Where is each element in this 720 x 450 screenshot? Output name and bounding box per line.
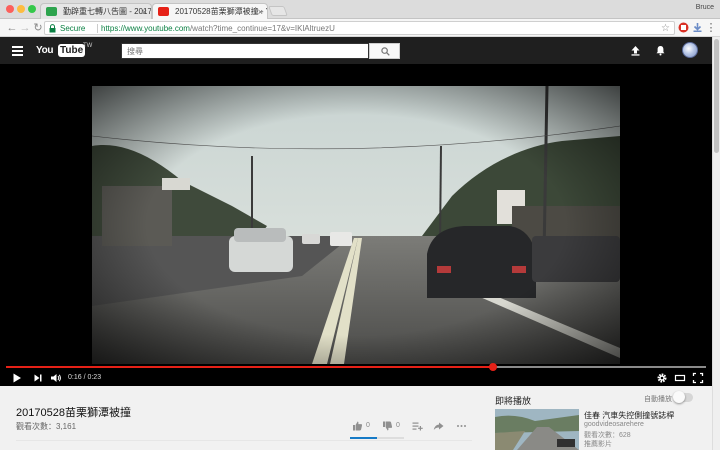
share-icon[interactable]: [433, 420, 444, 432]
up-next-label: 即將播放: [495, 396, 532, 406]
video-player[interactable]: 0:16 / 0:23: [0, 64, 712, 386]
search-box: [121, 43, 369, 59]
bookmark-star-icon[interactable]: ☆: [661, 22, 670, 35]
window-minimize-button[interactable]: [17, 5, 25, 13]
hamburger-menu-icon[interactable]: [12, 46, 23, 56]
dislike-count: 0: [396, 422, 400, 429]
youtube-header: You Tube TW: [0, 37, 712, 64]
video-frame[interactable]: [92, 86, 620, 364]
metadata-divider: [16, 440, 472, 441]
address-separator: [97, 24, 98, 33]
url-host: https://www.youtube.com: [101, 24, 190, 33]
time-display: 0:16 / 0:23: [68, 372, 101, 384]
recommended-video-channel: goodvideosarehere: [584, 421, 644, 428]
secure-label: Secure: [60, 24, 86, 33]
scrollbar-thumb[interactable]: [714, 39, 719, 153]
back-arrow-icon[interactable]: ←: [6, 22, 18, 34]
fullscreen-icon[interactable]: [692, 372, 704, 384]
page-scrollbar[interactable]: [712, 37, 720, 450]
recommended-video-title[interactable]: 佳春 汽車失控側撞號誌桿: [584, 410, 674, 421]
extension-badge-icon[interactable]: [678, 22, 689, 33]
volume-icon[interactable]: [50, 372, 62, 384]
duration: 0:23: [87, 374, 102, 381]
profile-name[interactable]: Bruce: [696, 4, 714, 11]
progress-scrubber-handle[interactable]: [489, 363, 498, 371]
next-video-icon[interactable]: [33, 372, 43, 384]
forward-arrow-icon[interactable]: →: [19, 22, 31, 34]
window-close-button[interactable]: [6, 5, 14, 13]
lock-icon: [49, 24, 56, 33]
window-zoom-button[interactable]: [28, 5, 36, 13]
url-path: /watch?time_continue=17&v=IKlAltruezU: [189, 24, 335, 33]
play-icon[interactable]: [12, 372, 22, 384]
recommended-video-extra: 推薦影片: [584, 441, 612, 448]
thumbs-up-icon[interactable]: [352, 420, 363, 432]
more-options-icon[interactable]: [456, 420, 467, 432]
url-text: https://www.youtube.com/watch?time_conti…: [101, 22, 335, 35]
autoplay-toggle[interactable]: [673, 391, 693, 403]
chrome-menu-icon[interactable]: ⋮: [705, 22, 717, 34]
autoplay-label: 自動播放: [644, 396, 672, 403]
like-ratio-bar: [350, 437, 404, 439]
address-bar[interactable]: Secure https://www.youtube.com/watch?tim…: [44, 21, 675, 35]
logo-you: You: [36, 45, 54, 56]
account-avatar[interactable]: [682, 42, 698, 58]
browser-toolbar: ← → ↻ Secure https://www.youtube.com/wat…: [0, 19, 720, 37]
autoplay-toggle-knob[interactable]: [673, 391, 685, 403]
view-count: 觀看次數：3,161: [16, 422, 77, 431]
search-button[interactable]: [369, 43, 400, 59]
tab-close-icon[interactable]: ×: [142, 4, 147, 19]
tab-close-icon[interactable]: ×: [258, 4, 263, 19]
browser-tab-2[interactable]: 20170528苗栗獅潭被撞 - You... ×: [152, 3, 268, 19]
notifications-bell-icon[interactable]: [655, 45, 666, 56]
browser-tab-1[interactable]: 勤辟重七轉八告圖 - 20170528... ×: [40, 3, 152, 19]
youtube-favicon-icon: [158, 7, 169, 16]
browser-tabstrip: 勤辟重七轉八告圖 - 20170528... × 20170528苗栗獅潭被撞 …: [0, 0, 720, 19]
progress-bar[interactable]: [6, 363, 706, 371]
progress-played: [6, 366, 494, 368]
logo-tube: Tube: [58, 44, 86, 57]
like-ratio-fill: [350, 437, 377, 439]
current-time: 0:16: [68, 374, 82, 381]
reload-icon[interactable]: ↻: [32, 22, 44, 34]
search-icon: [381, 47, 390, 56]
thumbs-down-icon[interactable]: [382, 420, 393, 432]
logo-region: TW: [83, 43, 93, 49]
spreadsheet-favicon-icon: [46, 7, 57, 16]
add-to-playlist-icon[interactable]: [412, 420, 423, 432]
search-input[interactable]: [122, 44, 368, 58]
tab-title: 勤辟重七轉八告圖 - 20170528...: [63, 7, 152, 16]
recommended-video-thumbnail[interactable]: [495, 409, 579, 450]
new-tab-button[interactable]: [268, 6, 288, 16]
like-count: 0: [366, 422, 370, 429]
tab-title: 20170528苗栗獅潭被撞 - You...: [175, 7, 267, 16]
upload-icon[interactable]: [630, 45, 641, 56]
video-title: 20170528苗栗獅潭被撞: [16, 407, 131, 419]
download-extension-icon[interactable]: [692, 22, 703, 33]
theater-mode-icon[interactable]: [674, 372, 686, 384]
settings-gear-icon[interactable]: [656, 372, 668, 384]
